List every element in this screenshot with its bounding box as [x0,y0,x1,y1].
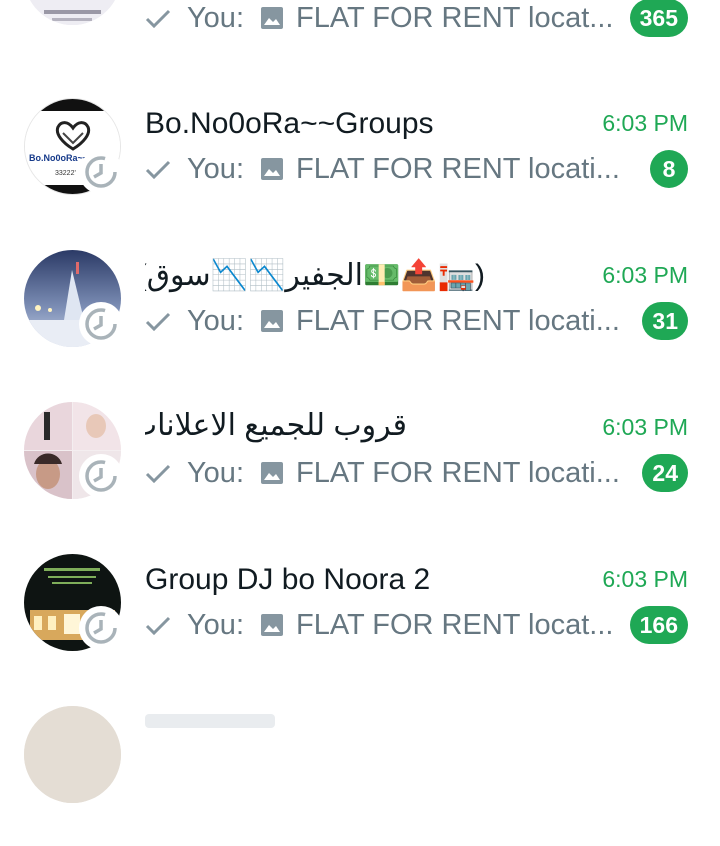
sent-check-icon [145,464,171,483]
unread-badge: 166 [629,606,688,644]
message-preview: You: FLAT FOR RENT locati... [145,453,620,493]
image-icon [261,462,283,484]
chat-row[interactable]: Group DJ bo Noora 2 6:03 PM You: FLAT FO… [0,542,720,694]
preview-sender: You: [187,457,244,489]
clock-icon [85,460,117,492]
chat-time: 6:03 PM [602,414,688,440]
sent-check-icon [145,160,171,179]
chat-row[interactable]: You: FLAT FOR RENT locat... 365 [0,0,720,40]
chat-row[interactable]: قروب للجميع الاعلانات 6:03 PM You: FLAT … [0,390,720,542]
message-preview: You: FLAT FOR RENT locati... [145,149,620,189]
preview-text: FLAT FOR RENT locati... [296,305,620,337]
avatar[interactable] [24,706,121,803]
message-preview: You: FLAT FOR RENT locat... [145,605,613,645]
chat-time: 6:03 PM [602,110,688,136]
chat-row[interactable]: Bo.No0oRa~~ 33222' Bo.No0oRa~~Groups 6:0… [0,86,720,238]
status-indicator [79,454,123,498]
chat-title: (🏣📤💵الجفير📉📉سوق) [145,259,485,292]
sent-check-icon [145,312,171,331]
unread-badge: 365 [629,0,688,37]
message-preview: You: FLAT FOR RENT locati... [145,301,620,341]
status-indicator [79,150,123,194]
clock-icon [85,156,117,188]
chat-title: Group DJ bo Noora 2 [145,563,431,596]
chat-title: قروب للجميع الاعلانات [145,409,407,442]
preview-text: FLAT FOR RENT locati... [296,153,620,185]
preview-text: FLAT FOR RENT locat... [296,2,614,34]
avatar[interactable] [24,0,121,25]
status-indicator [79,302,123,346]
preview-text: FLAT FOR RENT locati... [296,457,620,489]
preview-sender: You: [187,153,244,185]
chat-row[interactable] [0,694,720,846]
message-preview: You: FLAT FOR RENT locat... [145,0,613,38]
chat-time: 6:03 PM [602,566,688,592]
chat-title: Bo.No0oRa~~Groups [145,107,434,140]
clock-icon [85,308,117,340]
chat-time: 6:03 PM [602,262,688,288]
unread-badge: 31 [642,302,688,340]
chat-title-placeholder [145,714,275,728]
preview-text: FLAT FOR RENT locat... [296,609,614,641]
unread-badge: 24 [642,454,688,492]
preview-sender: You: [187,2,244,34]
preview-sender: You: [187,305,244,337]
status-indicator [79,606,123,650]
sent-check-icon [145,9,171,28]
chat-row[interactable]: (🏣📤💵الجفير📉📉سوق) 6:03 PM You: FLAT FOR R… [0,238,720,390]
image-icon [261,614,283,636]
avatar-logo-text: Bo.No0oRa~~ [29,153,88,163]
image-icon [261,158,283,180]
image-icon [261,310,283,332]
image-icon [261,7,283,29]
sent-check-icon [145,616,171,635]
avatar-logo-subtext: 33222' [55,170,76,177]
preview-sender: You: [187,609,244,641]
clock-icon [85,612,117,644]
unread-badge: 8 [650,150,688,188]
